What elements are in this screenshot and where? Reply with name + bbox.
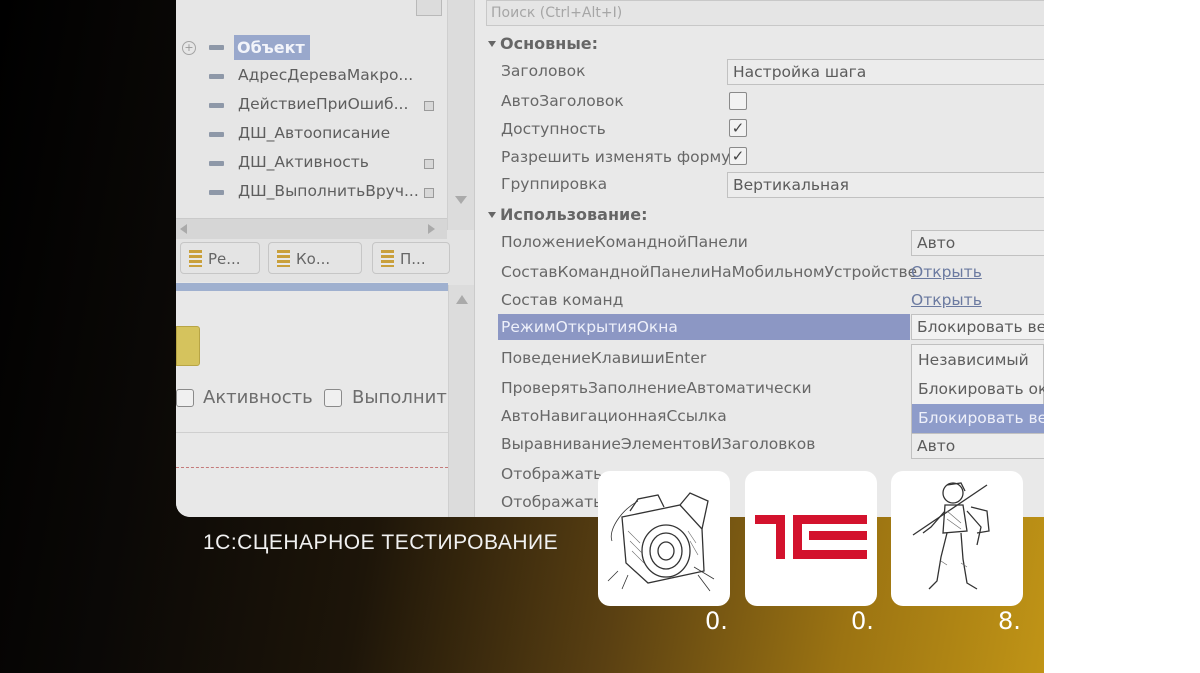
checkbox-execute-label: Выполнить: [352, 387, 458, 408]
card-camera[interactable]: [598, 471, 730, 606]
dropdown-option[interactable]: Независимый: [918, 351, 1029, 369]
tree-item-object[interactable]: Объект: [234, 35, 310, 60]
prop-cmd-panel-pos-label: ПоложениеКоманднойПанели: [501, 233, 748, 251]
prop-grouping-label: Группировка: [501, 175, 608, 193]
form-button[interactable]: [176, 326, 200, 366]
checkbox-activity[interactable]: [176, 389, 194, 407]
tree-item[interactable]: ДШ_Активность: [238, 153, 369, 171]
robot-sketch-icon: [912, 482, 990, 590]
prop-cmd-panel-pos-select[interactable]: Авто: [911, 230, 1044, 256]
section-usage[interactable]: Использование:: [488, 205, 647, 224]
expand-icon[interactable]: +: [182, 41, 196, 55]
section-main[interactable]: Основные:: [488, 34, 598, 53]
collapse-arrow-icon: [488, 41, 496, 47]
prop-auto-check-label: ПроверятьЗаполнениеАвтоматически: [501, 379, 812, 397]
tab-icon: [189, 250, 202, 267]
dropdown-option-selected[interactable]: Блокировать вес: [918, 409, 1044, 427]
tab-parameters[interactable]: П...: [372, 242, 450, 274]
banner-background: + Объект АдресДереваМакро... ДействиеПри…: [0, 0, 1044, 673]
card-number: 0.: [851, 607, 874, 635]
scroll-up-icon[interactable]: [456, 295, 468, 304]
card-number: 0.: [705, 607, 728, 635]
scroll-left-icon[interactable]: [180, 224, 187, 234]
prop-cmd-panel-mobile-label: СоставКоманднойПанелиНаМобильномУстройст…: [501, 263, 918, 281]
screenshot-1c-form-editor: + Объект АдресДереваМакро... ДействиеПри…: [176, 0, 1044, 517]
card-robot[interactable]: [891, 471, 1023, 606]
prop-align-label: ВыравниваниеЭлементовИЗаголовков: [501, 435, 816, 453]
caption-title: 1С:СЦЕНАРНОЕ ТЕСТИРОВАНИЕ: [203, 531, 559, 554]
tree-horizontal-scrollbar[interactable]: [176, 218, 447, 239]
form-vertical-scrollbar[interactable]: [448, 285, 475, 517]
usage-checkbox[interactable]: [424, 101, 434, 111]
checkbox-execute[interactable]: [324, 389, 342, 407]
attributes-tree: + Объект АдресДереваМакро... ДействиеПри…: [176, 0, 447, 226]
properties-search-input[interactable]: Поиск (Ctrl+Alt+I): [486, 0, 1044, 26]
attribute-icon: [209, 45, 224, 50]
checkbox-activity-label: Активность: [203, 387, 313, 408]
scroll-right-icon[interactable]: [428, 224, 435, 234]
attribute-icon: [209, 132, 224, 137]
prop-grouping-select[interactable]: Вертикальная: [727, 172, 1044, 198]
prop-cmd-panel-mobile-link[interactable]: Открыть: [911, 263, 982, 281]
prop-allow-change-label: Разрешить изменять форму: [501, 148, 731, 166]
attribute-icon: [209, 190, 224, 195]
prop-enabled-label: Доступность: [501, 120, 606, 138]
prop-title-input[interactable]: Настройка шага: [727, 59, 1044, 85]
tree-item[interactable]: ДШ_Автоописание: [238, 124, 390, 142]
form-boundary-line: [176, 467, 448, 468]
prop-window-mode-select[interactable]: Блокировать вес: [911, 314, 1044, 340]
prop-display-label: Отображать: [501, 465, 603, 483]
tab-details[interactable]: Ре...: [180, 242, 260, 274]
collapse-arrow-icon: [488, 212, 496, 218]
card-number: 8.: [998, 607, 1021, 635]
usage-checkbox[interactable]: [424, 159, 434, 169]
tree-item[interactable]: АдресДереваМакро...: [238, 66, 413, 84]
prop-display-label: Отображать: [501, 493, 603, 511]
prop-window-mode-label: РежимОткрытияОкна: [501, 318, 678, 336]
tab-commands[interactable]: Ко...: [268, 242, 362, 274]
prop-commands-label: Состав команд: [501, 291, 624, 309]
usage-checkbox[interactable]: [424, 188, 434, 198]
prop-auto-title-checkbox[interactable]: [729, 92, 747, 110]
tree-item[interactable]: ДШ_ВыполнитьВруч...: [238, 182, 419, 200]
tab-icon: [381, 250, 394, 267]
divider: [176, 432, 448, 433]
camera-sketch-icon: [607, 492, 715, 592]
card-1c-logo[interactable]: [745, 471, 877, 606]
tree-vertical-scrollbar[interactable]: [447, 0, 474, 230]
prop-auto-title-label: АвтоЗаголовок: [501, 92, 624, 110]
scroll-down-icon[interactable]: [455, 196, 467, 204]
tab-icon: [277, 250, 290, 267]
attribute-icon: [209, 161, 224, 166]
1c-logo-icon: [755, 515, 867, 559]
prop-allow-change-checkbox[interactable]: ✓: [729, 147, 747, 165]
prop-auto-nav-label: АвтоНавигационнаяСсылка: [501, 407, 727, 425]
form-preview-header: [176, 283, 448, 291]
attribute-icon: [209, 74, 224, 79]
dropdown-option[interactable]: Блокировать окн: [918, 380, 1044, 398]
prop-align-select[interactable]: Авто: [911, 433, 1044, 459]
prop-title-label: Заголовок: [501, 62, 586, 80]
prop-enter-label: ПоведениеКлавишиEnter: [501, 349, 707, 367]
tree-item[interactable]: ДействиеПриОшиб...: [238, 95, 408, 113]
prop-enabled-checkbox[interactable]: ✓: [729, 119, 747, 137]
prop-commands-link[interactable]: Открыть: [911, 291, 982, 309]
toolbar-button-icon[interactable]: [416, 0, 442, 16]
attribute-icon: [209, 103, 224, 108]
